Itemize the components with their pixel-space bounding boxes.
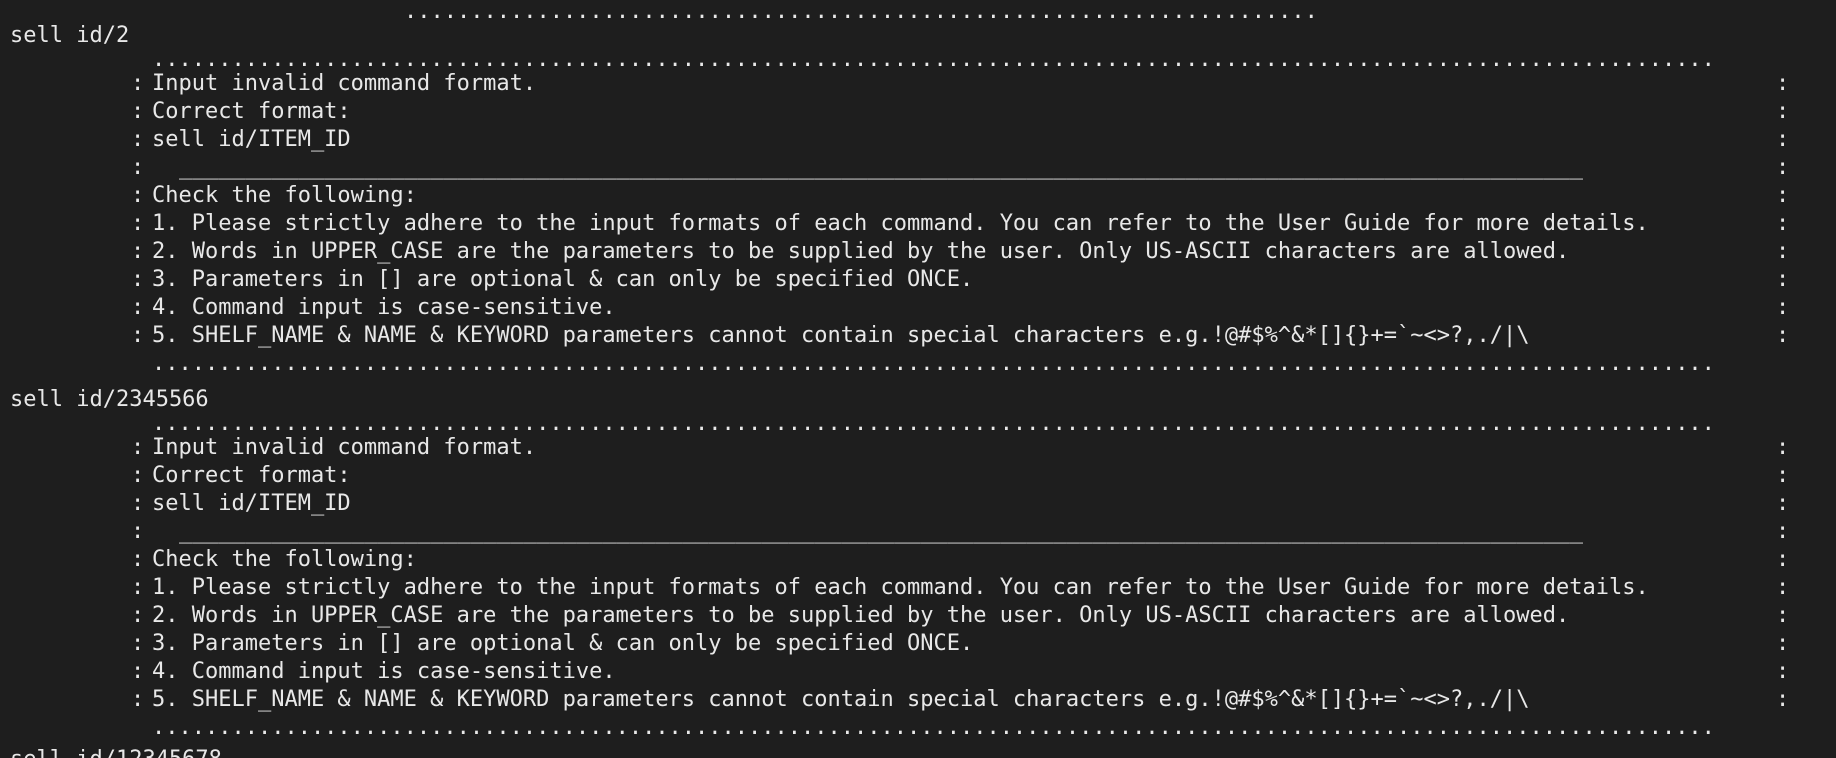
box-left-edge: : (131, 323, 145, 348)
check-item: 3. Parameters in [] are optional & can o… (152, 631, 974, 656)
box-line: : Check the following: : (0, 546, 1836, 574)
check-item: 3. Parameters in [] are optional & can o… (152, 267, 974, 292)
correct-format-label: Correct format: (152, 463, 351, 488)
check-item: 1. Please strictly adhere to the input f… (152, 211, 1649, 236)
error-message: Input invalid command format. (152, 71, 537, 96)
box-left-edge: : (131, 575, 145, 600)
box-right-edge: : (1776, 547, 1790, 572)
box-right-edge: : (1776, 463, 1790, 488)
box-line: : Input invalid command format. : (0, 70, 1836, 98)
box-right-edge: : (1776, 491, 1790, 516)
box-bottom-border: ........................................… (152, 351, 1715, 376)
box-right-edge: : (1776, 435, 1790, 460)
box-left-edge: : (131, 295, 145, 320)
command-line: sell id/2 (10, 23, 130, 48)
check-item: 1. Please strictly adhere to the input f… (152, 575, 1649, 600)
check-item: 4. Command input is case-sensitive. (152, 295, 616, 320)
box-line: : Correct format: : (0, 98, 1836, 126)
box-left-edge: : (131, 99, 145, 124)
box-line: : 4. Command input is case-sensitive. : (0, 294, 1836, 322)
box-left-edge: : (131, 491, 145, 516)
box-left-edge: : (131, 155, 145, 180)
box-right-edge: : (1776, 267, 1790, 292)
check-item: 2. Words in UPPER_CASE are the parameter… (152, 239, 1570, 264)
box-line: : 5. SHELF_NAME & NAME & KEYWORD paramet… (0, 322, 1836, 350)
format-example: sell id/ITEM_ID (152, 127, 351, 152)
box-right-edge: : (1776, 631, 1790, 656)
box-line: : 4. Command input is case-sensitive. : (0, 658, 1836, 686)
box-line: : 2. Words in UPPER_CASE are the paramet… (0, 238, 1836, 266)
box-line: : ______________________________________… (0, 518, 1836, 546)
box-line: : 1. Please strictly adhere to the input… (0, 574, 1836, 602)
box-left-edge: : (131, 547, 145, 572)
box-right-edge: : (1776, 71, 1790, 96)
box-right-edge: : (1776, 99, 1790, 124)
box-line: : Correct format: : (0, 462, 1836, 490)
error-message: Input invalid command format. (152, 435, 537, 460)
box-right-edge: : (1776, 127, 1790, 152)
box-line: : 3. Parameters in [] are optional & can… (0, 266, 1836, 294)
box-right-edge: : (1776, 519, 1790, 544)
box-left-edge: : (131, 463, 145, 488)
correct-format-label: Correct format: (152, 99, 351, 124)
box-left-edge: : (131, 659, 145, 684)
check-item: 2. Words in UPPER_CASE are the parameter… (152, 603, 1570, 628)
box-line: : 1. Please strictly adhere to the input… (0, 210, 1836, 238)
box-bottom-border: ........................................… (152, 715, 1715, 740)
box-right-edge: : (1776, 603, 1790, 628)
box-line: : Input invalid command format. : (0, 434, 1836, 462)
box-line: : ______________________________________… (0, 154, 1836, 182)
check-item: 5. SHELF_NAME & NAME & KEYWORD parameter… (152, 687, 1530, 712)
box-left-edge: : (131, 71, 145, 96)
box-left-edge: : (131, 687, 145, 712)
separator-rule: ________________________________________… (179, 519, 1583, 544)
check-item: 4. Command input is case-sensitive. (152, 659, 616, 684)
box-left-edge: : (131, 603, 145, 628)
terminal-window[interactable]: ........................................… (0, 0, 1836, 758)
box-line: : sell id/ITEM_ID : (0, 490, 1836, 518)
box-right-edge: : (1776, 687, 1790, 712)
box-right-edge: : (1776, 211, 1790, 236)
box-right-edge: : (1776, 323, 1790, 348)
box-line: : 2. Words in UPPER_CASE are the paramet… (0, 602, 1836, 630)
box-left-edge: : (131, 519, 145, 544)
box-left-edge: : (131, 127, 145, 152)
box-left-edge: : (131, 183, 145, 208)
top-dotted-border: ........................................… (404, 0, 1318, 24)
box-right-edge: : (1776, 295, 1790, 320)
check-heading: Check the following: (152, 547, 417, 572)
box-left-edge: : (131, 435, 145, 460)
box-right-edge: : (1776, 183, 1790, 208)
box-left-edge: : (131, 267, 145, 292)
separator-rule: ________________________________________… (179, 155, 1583, 180)
command-line-partial: sell id/12345678 (10, 746, 222, 758)
check-heading: Check the following: (152, 183, 417, 208)
box-left-edge: : (131, 211, 145, 236)
box-left-edge: : (131, 631, 145, 656)
check-item: 5. SHELF_NAME & NAME & KEYWORD parameter… (152, 323, 1530, 348)
box-line: : sell id/ITEM_ID : (0, 126, 1836, 154)
format-example: sell id/ITEM_ID (152, 491, 351, 516)
box-right-edge: : (1776, 155, 1790, 180)
box-right-edge: : (1776, 239, 1790, 264)
box-line: : 3. Parameters in [] are optional & can… (0, 630, 1836, 658)
box-right-edge: : (1776, 659, 1790, 684)
box-line: : 5. SHELF_NAME & NAME & KEYWORD paramet… (0, 686, 1836, 714)
box-left-edge: : (131, 239, 145, 264)
box-right-edge: : (1776, 575, 1790, 600)
box-line: : Check the following: : (0, 182, 1836, 210)
